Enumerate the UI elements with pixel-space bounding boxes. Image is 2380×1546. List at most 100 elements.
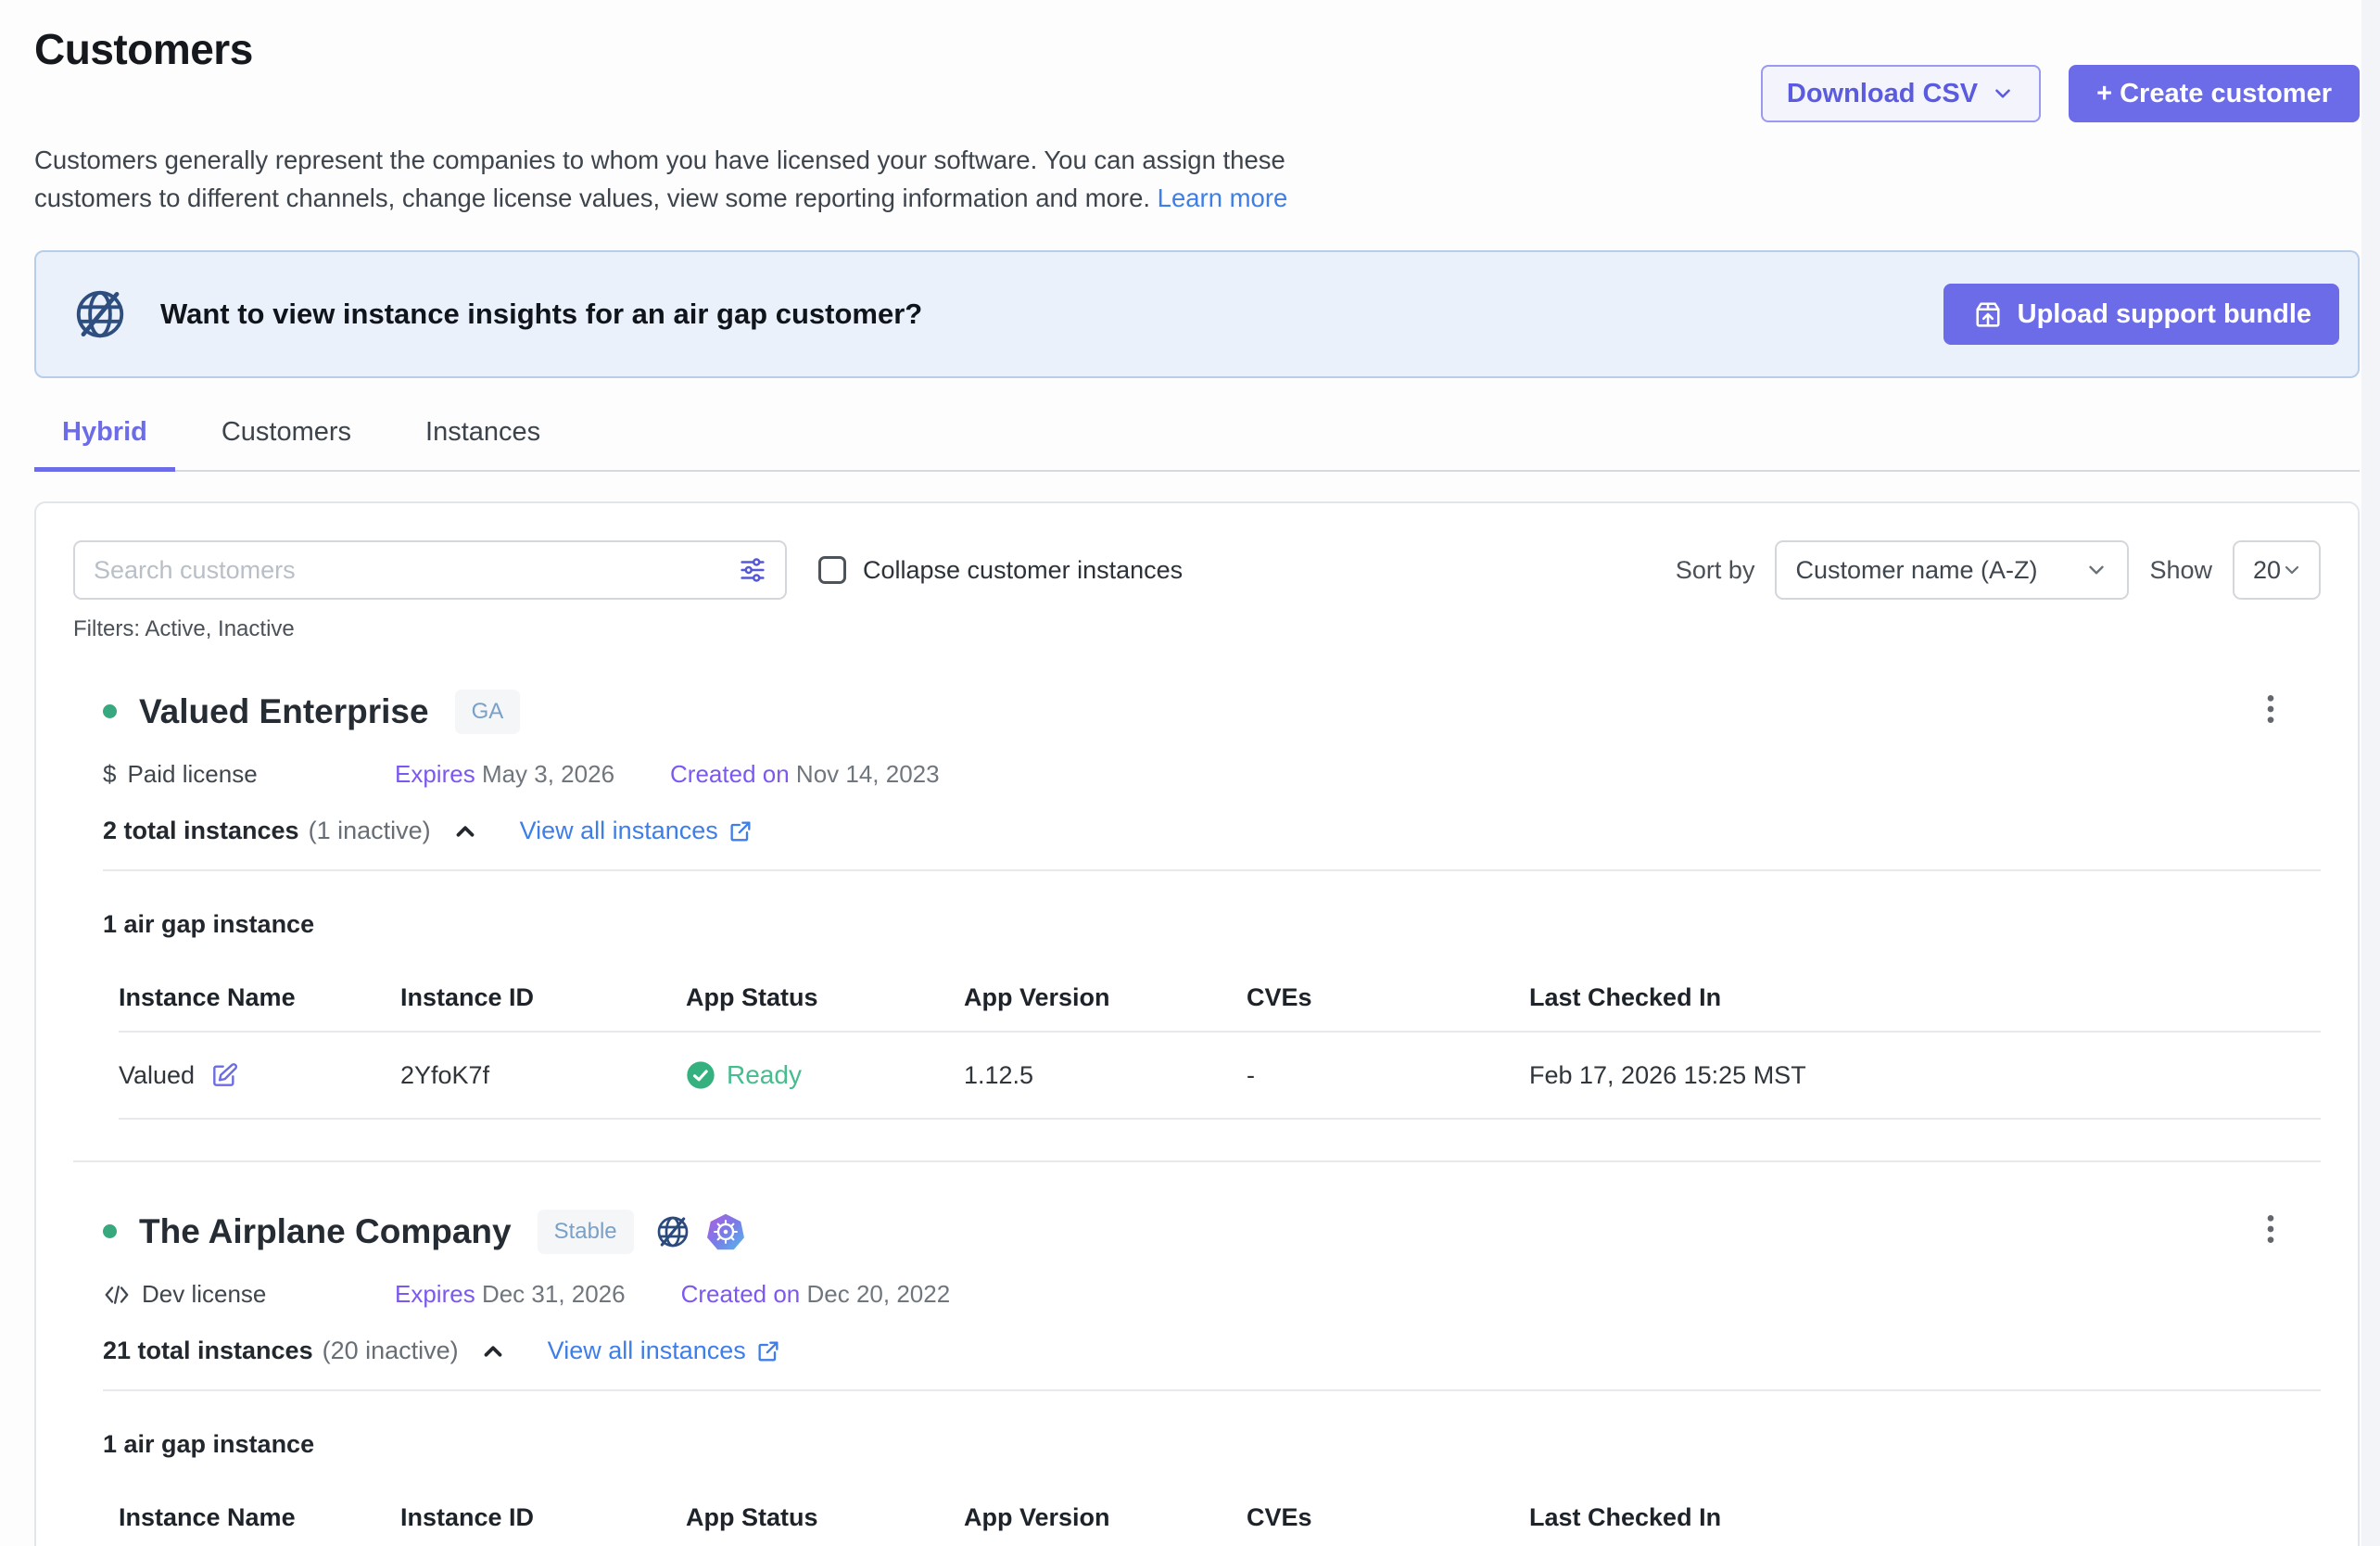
upload-bundle-icon xyxy=(1971,298,2005,331)
description-text: Customers generally represent the compan… xyxy=(34,146,1285,212)
airgap-globe-icon xyxy=(654,1213,691,1250)
banner-title: Want to view instance insights for an ai… xyxy=(160,298,922,331)
sort-by-label: Sort by xyxy=(1676,556,1755,585)
page-description: Customers generally represent the compan… xyxy=(34,141,1387,217)
collapse-instances-label[interactable]: Collapse customer instances xyxy=(863,556,1183,585)
airgap-globe-banner-icon xyxy=(71,285,129,343)
cves: - xyxy=(1247,1061,1529,1090)
customer-name[interactable]: Valued Enterprise xyxy=(139,692,429,731)
page-header: Customers Download CSV + Create customer xyxy=(34,24,2360,122)
instance-table: Instance Name Instance ID App Status App… xyxy=(119,963,2321,1120)
show-select[interactable]: 20 xyxy=(2233,540,2321,600)
view-all-label: View all instances xyxy=(520,817,718,845)
collapse-chevron-up-icon[interactable] xyxy=(479,1337,507,1365)
expires-value: Dec 31, 2026 xyxy=(482,1280,626,1308)
customer-list: Valued Enterprise GA $ Paid license Expi… xyxy=(73,685,2321,1546)
app-status-cell: Ready xyxy=(686,1060,964,1090)
upload-bundle-label: Upload support bundle xyxy=(2018,299,2311,330)
customer-list-card: Collapse customer instances Sort by Cust… xyxy=(34,501,2360,1546)
collapse-chevron-up-icon[interactable] xyxy=(451,817,479,845)
instance-name: Valued xyxy=(119,1061,195,1090)
customer-actions-kebab[interactable] xyxy=(2247,1205,2295,1258)
expires-label: Expires xyxy=(395,760,475,788)
customer-capability-icons xyxy=(654,1212,745,1251)
create-customer-button[interactable]: + Create customer xyxy=(2069,65,2360,122)
customer-header: The Airplane Company Stable xyxy=(103,1205,2321,1258)
header-actions: Download CSV + Create customer xyxy=(1761,65,2360,122)
download-csv-button[interactable]: Download CSV xyxy=(1761,65,2041,122)
code-icon xyxy=(103,1281,131,1309)
app-version: 1.12.5 xyxy=(964,1061,1247,1090)
col-last-checked-in: Last Checked In xyxy=(1529,983,2321,1012)
learn-more-link[interactable]: Learn more xyxy=(1158,184,1288,212)
expires-value: May 3, 2026 xyxy=(482,760,614,788)
expires-label: Expires xyxy=(395,1280,475,1308)
chevron-down-icon xyxy=(2084,558,2108,582)
list-controls: Collapse customer instances Sort by Cust… xyxy=(73,540,2321,600)
search-input[interactable] xyxy=(94,556,737,585)
license-type-label: Dev license xyxy=(142,1280,266,1309)
instances-inactive: (20 inactive) xyxy=(323,1337,459,1365)
app-status: Ready xyxy=(727,1060,802,1090)
show-label: Show xyxy=(2149,556,2212,585)
channel-badge: Stable xyxy=(538,1210,634,1254)
tab-bar: Hybrid Customers Instances xyxy=(34,417,2360,472)
created-label: Created on xyxy=(681,1280,801,1308)
created-label: Created on xyxy=(670,760,790,788)
col-instance-id: Instance ID xyxy=(400,983,686,1012)
tab-instances[interactable]: Instances xyxy=(398,417,568,470)
active-filters-text: Filters: Active, Inactive xyxy=(73,616,2321,642)
customer-meta: $ Paid license Expires May 3, 2026 Creat… xyxy=(103,760,2321,789)
instance-rows: Valued 2YfoK7f Ready 1.12.5 - Feb 17, 20… xyxy=(119,1033,2321,1120)
chevron-down-icon xyxy=(2281,559,2303,581)
create-customer-label: + Create customer xyxy=(2096,79,2332,109)
tab-hybrid[interactable]: Hybrid xyxy=(34,417,175,470)
search-box xyxy=(73,540,787,600)
show-value: 20 xyxy=(2253,556,2281,585)
filter-sliders-icon[interactable] xyxy=(737,554,768,586)
instance-id: 2YfoK7f xyxy=(400,1061,686,1090)
view-all-label: View all instances xyxy=(548,1337,746,1365)
collapse-instances-checkbox[interactable] xyxy=(818,556,846,584)
col-cves: CVEs xyxy=(1247,1503,1529,1532)
instances-inactive: (1 inactive) xyxy=(309,817,431,845)
customer-actions-kebab[interactable] xyxy=(2247,685,2295,738)
instances-total: 2 total instances xyxy=(103,817,299,845)
col-instance-id: Instance ID xyxy=(400,1503,686,1532)
page-title: Customers xyxy=(34,24,253,74)
tab-customers[interactable]: Customers xyxy=(194,417,379,470)
instance-row: Valued 2YfoK7f Ready 1.12.5 - Feb 17, 20… xyxy=(119,1033,2321,1120)
created-value: Nov 14, 2023 xyxy=(796,760,940,788)
instance-name-cell: Valued xyxy=(119,1060,400,1090)
section-divider xyxy=(103,1389,2321,1391)
instances-summary-row: 21 total instances (20 inactive) View al… xyxy=(103,1337,2321,1365)
dollar-icon: $ xyxy=(103,760,116,789)
external-link-icon xyxy=(728,818,753,844)
view-all-instances-link[interactable]: View all instances xyxy=(548,1337,781,1365)
sort-by-select[interactable]: Customer name (A-Z) xyxy=(1775,540,2129,600)
chevron-down-icon xyxy=(1991,82,2015,106)
edit-instance-name-icon[interactable] xyxy=(209,1060,239,1090)
col-cves: CVEs xyxy=(1247,983,1529,1012)
col-app-status: App Status xyxy=(686,983,964,1012)
customer-separator xyxy=(73,1160,2321,1162)
upload-support-bundle-button[interactable]: Upload support bundle xyxy=(1943,284,2339,345)
created-field: Created on Nov 14, 2023 xyxy=(670,760,940,789)
customers-page: Customers Download CSV + Create customer… xyxy=(0,0,2361,1546)
license-type: $ Paid license xyxy=(103,760,395,789)
external-link-icon xyxy=(755,1338,781,1364)
ready-check-icon xyxy=(686,1060,715,1090)
active-status-dot xyxy=(103,704,117,718)
airgap-instances-heading: 1 air gap instance xyxy=(103,1430,2321,1459)
col-instance-name: Instance Name xyxy=(119,983,400,1012)
view-all-instances-link[interactable]: View all instances xyxy=(520,817,753,845)
download-csv-label: Download CSV xyxy=(1787,79,1978,109)
kubernetes-icon xyxy=(706,1212,745,1251)
last-checked-in: Feb 17, 2026 15:25 MST xyxy=(1529,1061,2321,1090)
col-last-checked-in: Last Checked In xyxy=(1529,1503,2321,1532)
instances-summary-row: 2 total instances (1 inactive) View all … xyxy=(103,817,2321,845)
customer-name[interactable]: The Airplane Company xyxy=(139,1212,512,1251)
airgap-banner: Want to view instance insights for an ai… xyxy=(34,250,2360,378)
created-value: Dec 20, 2022 xyxy=(807,1280,951,1308)
sort-by-value: Customer name (A-Z) xyxy=(1795,556,2037,585)
